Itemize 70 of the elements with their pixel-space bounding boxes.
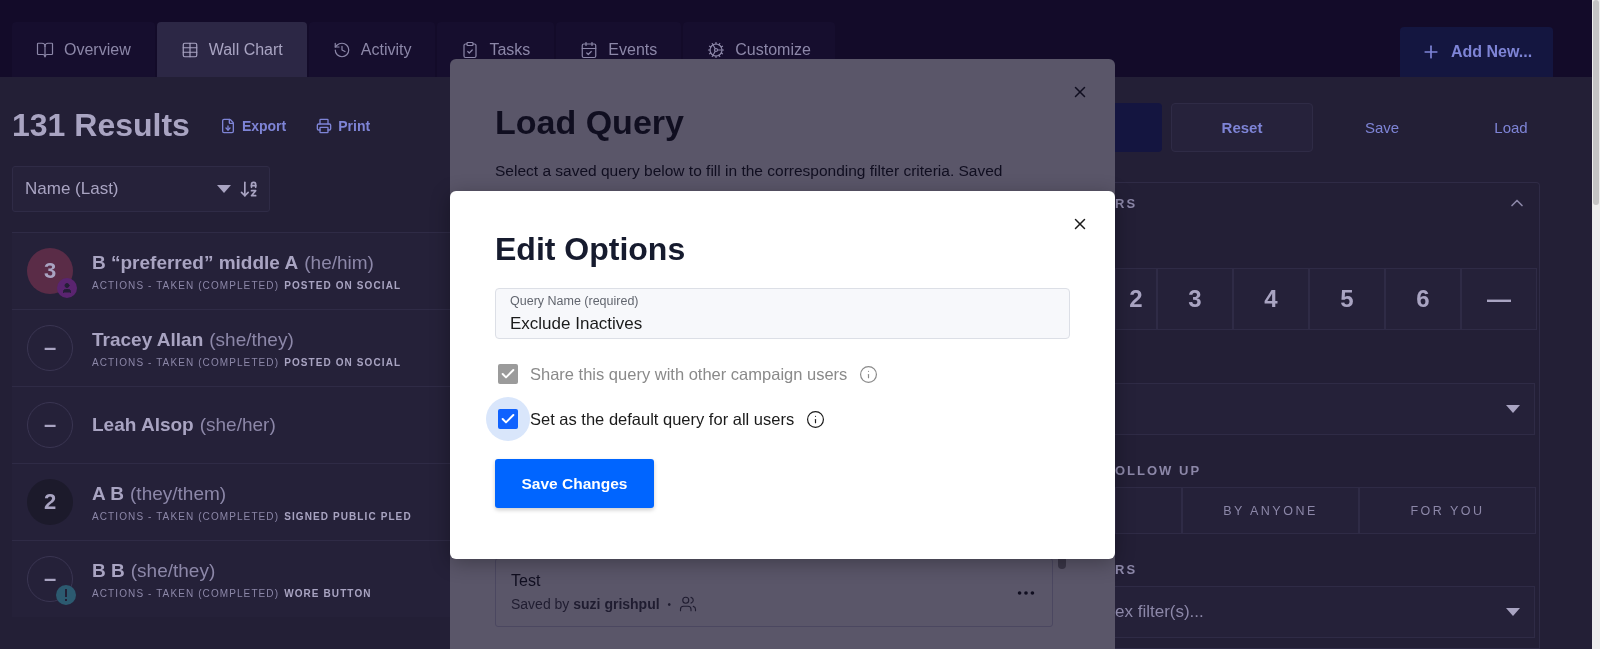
filter-select[interactable]: ex filter(s)... xyxy=(1115,586,1535,638)
separator-dot: • xyxy=(667,598,672,610)
scrollbar[interactable] xyxy=(1592,0,1600,649)
action-label: ACTIONS - TAKEN (COMPLETED) xyxy=(92,279,280,291)
avatar: 2 xyxy=(27,479,73,525)
follow-option[interactable]: BY ANYONE xyxy=(1182,487,1359,534)
alert-badge xyxy=(56,585,76,605)
follow-option[interactable]: FOR YOU xyxy=(1359,487,1536,534)
person-name: B B xyxy=(92,559,125,582)
saved-by-text: Saved by suzi grishpul xyxy=(511,596,660,612)
file-download-icon xyxy=(219,117,236,134)
add-new-button[interactable]: Add New... xyxy=(1400,27,1553,77)
results-title: 131 Results xyxy=(12,107,190,144)
print-link[interactable]: Print xyxy=(316,117,371,134)
history-icon xyxy=(332,40,351,59)
number-option[interactable]: 6 xyxy=(1385,268,1461,330)
pronouns: (she/they) xyxy=(130,559,216,582)
export-link[interactable]: Export xyxy=(219,117,287,134)
save-changes-button[interactable]: Save Changes xyxy=(495,459,654,508)
number-option[interactable]: 2 xyxy=(1115,268,1157,330)
action-label: ACTIONS - TAKEN (COMPLETED) xyxy=(92,356,280,368)
action-value: SIGNED PUBLIC PLED xyxy=(284,510,412,522)
gear-icon xyxy=(707,40,726,59)
person-name: A B xyxy=(92,482,125,505)
checkbox-label: Set as the default query for all users xyxy=(530,409,795,429)
caret-icon xyxy=(1506,608,1520,616)
user-badge xyxy=(57,278,77,298)
sort-order-button[interactable] xyxy=(239,179,259,199)
checkbox-label: Share this query with other campaign users xyxy=(530,364,848,384)
nav-tab[interactable]: Wall Chart xyxy=(156,22,307,77)
pronouns: (they/them) xyxy=(130,482,227,505)
action-value: POSTED ON SOCIAL xyxy=(284,279,402,291)
info-icon[interactable] xyxy=(806,409,826,429)
action-value: POSTED ON SOCIAL xyxy=(284,356,402,368)
pronouns: (he/him) xyxy=(304,251,374,274)
number-option[interactable]: — xyxy=(1461,268,1537,330)
section-title: RS xyxy=(1115,195,1138,211)
number-option[interactable]: 5 xyxy=(1309,268,1385,330)
printer-icon xyxy=(316,117,333,134)
clipboard-icon xyxy=(461,40,480,59)
action-label: ACTIONS - TAKEN (COMPLETED) xyxy=(92,510,280,522)
filters-label: RS xyxy=(1115,562,1139,577)
select-field[interactable] xyxy=(1115,383,1535,435)
table-icon xyxy=(180,40,199,59)
checkbox[interactable] xyxy=(498,409,518,429)
field-label: Query Name (required) xyxy=(510,294,639,308)
caret-icon xyxy=(217,185,231,193)
follow-up-label: OLLOW UP xyxy=(1115,463,1203,478)
sort-select[interactable]: Name (Last) xyxy=(25,179,231,199)
person-name: B “preferred” middle A xyxy=(92,251,299,274)
dialog-title: Load Query xyxy=(495,103,685,142)
calendar-icon xyxy=(580,40,599,59)
number-option[interactable]: 4 xyxy=(1233,268,1309,330)
person-name: Tracey Allan xyxy=(92,328,204,351)
reset-button[interactable]: Reset xyxy=(1171,103,1313,152)
dialog-title: Edit Options xyxy=(495,231,687,268)
load-button[interactable]: Load xyxy=(1451,103,1571,152)
dialog-description: Select a saved query below to fill in the corresponding filter criteria. Saved xyxy=(495,162,1004,180)
save-button[interactable]: Save xyxy=(1322,103,1442,152)
pronouns: (she/her) xyxy=(199,414,276,436)
pronouns: (she/they) xyxy=(209,328,294,351)
number-option[interactable]: 3 xyxy=(1157,268,1233,330)
query-name: Test xyxy=(511,572,542,590)
action-label: ACTIONS - TAKEN (COMPLETED) xyxy=(92,587,280,599)
book-icon xyxy=(36,40,54,59)
nav-tab[interactable]: Activity xyxy=(308,22,436,77)
caret-icon xyxy=(1506,405,1520,413)
action-value: WORE BUTTON xyxy=(284,587,372,599)
person-name: Leah Alsop xyxy=(92,414,194,436)
nav-tab[interactable]: Overview xyxy=(12,22,155,77)
